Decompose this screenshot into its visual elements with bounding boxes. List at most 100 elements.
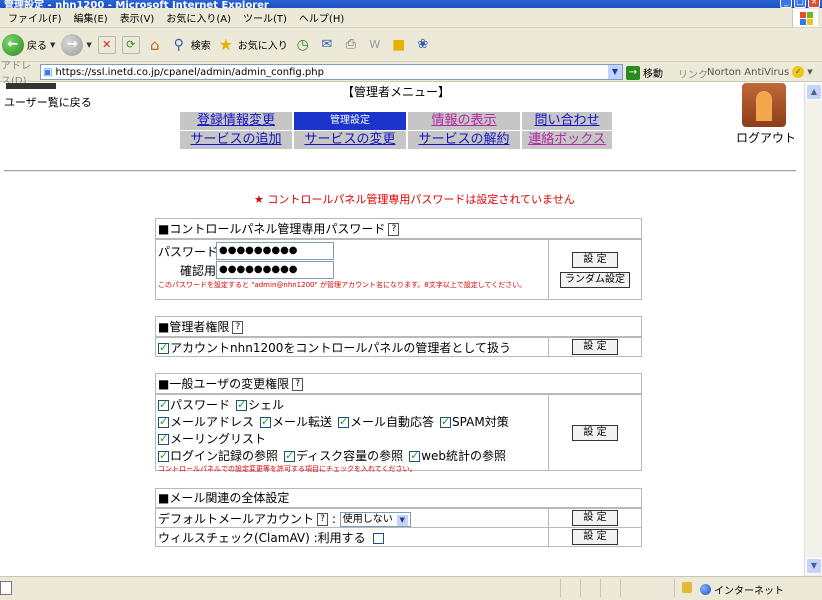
perm-auto-reply[interactable]: メール自動応答	[338, 413, 434, 430]
checkbox[interactable]	[338, 415, 350, 428]
checkbox[interactable]	[284, 449, 296, 462]
default-account-select[interactable]: 使用しない ▼	[339, 512, 411, 527]
nav-item-registration[interactable]: 登録情報変更	[180, 112, 292, 130]
checkbox[interactable]	[158, 449, 169, 462]
nav-link[interactable]: サービスの変更	[304, 132, 395, 147]
user-set-button[interactable]: 設 定	[572, 424, 618, 441]
refresh-icon[interactable]: ⟳	[121, 35, 140, 54]
admin-checkbox[interactable]	[158, 341, 169, 354]
menu-edit[interactable]: 編集(E)	[68, 10, 114, 25]
perm-label: パスワード	[170, 398, 231, 412]
password-input[interactable]: ●●●●●●●●●	[216, 242, 334, 260]
nav-item-contact[interactable]: 問い合わせ	[522, 112, 612, 130]
address-input[interactable]: ▣ https://ssl.inetd.co.jp/cpanel/admin/a…	[40, 64, 623, 80]
research-icon[interactable]: ❀	[414, 36, 432, 54]
divider	[4, 170, 796, 172]
virus-check-checkbox[interactable]	[373, 533, 385, 544]
admin-panel-heading: ■管理者権限?	[156, 317, 641, 337]
vertical-scrollbar[interactable]: ▲ ▼	[804, 83, 822, 576]
checkbox[interactable]	[158, 415, 169, 428]
perm-shell[interactable]: シェル	[236, 396, 284, 413]
default-account-set-button[interactable]: 設 定	[572, 510, 618, 526]
nav-link[interactable]: 登録情報変更	[197, 113, 275, 128]
admin-set-button[interactable]: 設 定	[572, 339, 618, 355]
back-button[interactable]: ← 戻る ▼	[2, 33, 55, 56]
menu-bar: ファイル(F) 編集(E) 表示(V) お気に入り(A) ツール(T) ヘルプ(…	[0, 8, 822, 28]
stop-icon[interactable]: ✕	[97, 35, 116, 54]
messenger-icon[interactable]: ■	[390, 36, 408, 54]
chevron-down-icon[interactable]: ▼	[50, 41, 55, 49]
back-to-users-link[interactable]: ユーザー覧に戻る	[4, 94, 92, 110]
edit-icon[interactable]: W	[366, 36, 384, 54]
mail-icon[interactable]: ✉	[318, 36, 336, 54]
perm-label: ディスク容量の参照	[296, 449, 404, 463]
chevron-down-icon[interactable]: ▼	[608, 65, 622, 79]
virus-check-row: ウィルスチェック(ClamAV) :利用する 設 定	[156, 527, 641, 546]
nav-link[interactable]: 情報の表示	[431, 113, 496, 128]
permission-line-3: メーリングリスト	[158, 430, 546, 447]
perm-password[interactable]: パスワード	[158, 396, 230, 413]
perm-spam[interactable]: SPAM対策	[440, 413, 509, 430]
scroll-down-icon[interactable]: ▼	[806, 558, 822, 574]
perm-web-stats[interactable]: web統計の参照	[409, 447, 506, 464]
nav-link[interactable]: サービスの解約	[418, 132, 509, 147]
close-icon[interactable]: ×	[808, 0, 820, 8]
checkbox[interactable]	[409, 449, 421, 462]
password-panel-heading: ■コントロールパネル管理専用パスワード?	[156, 219, 641, 239]
perm-mail-address[interactable]: メールアドレス	[158, 413, 254, 430]
chevron-down-icon: ▼	[396, 515, 408, 526]
checkbox[interactable]	[158, 432, 169, 445]
checkbox[interactable]	[236, 398, 248, 411]
chevron-down-icon[interactable]: ▼	[86, 41, 91, 49]
links-button[interactable]: リンク	[678, 66, 708, 81]
favorites-button[interactable]: ★ お気に入り	[217, 35, 288, 54]
print-icon[interactable]: ⎙	[342, 36, 360, 54]
default-account-row: デフォルトメールアカウント? : 使用しない ▼ 設 定	[156, 508, 641, 527]
random-set-button[interactable]: ランダム設定	[560, 271, 630, 288]
permission-note: コントロールパネルでの設定変更等を許可する項目にチェックを入れてください。	[158, 465, 417, 473]
history-icon[interactable]: ◷	[294, 36, 312, 54]
status-divider	[560, 579, 561, 597]
scroll-up-icon[interactable]: ▲	[806, 84, 822, 100]
nav-link[interactable]: サービスの追加	[190, 132, 281, 147]
minimize-icon[interactable]: _	[780, 0, 792, 8]
search-icon: ⚲	[173, 36, 184, 53]
home-icon[interactable]: ⌂	[146, 36, 164, 54]
menu-view[interactable]: 表示(V)	[114, 10, 161, 25]
nav-item-contact-box[interactable]: 連絡ボックス	[522, 131, 612, 149]
chevron-down-icon[interactable]: ▼	[807, 68, 812, 76]
nav-item-info[interactable]: 情報の表示	[408, 112, 520, 130]
menu-tools[interactable]: ツール(T)	[237, 10, 293, 25]
nav-item-admin-settings[interactable]: 管理設定	[294, 112, 406, 130]
help-icon[interactable]: ?	[388, 223, 400, 236]
checkbox[interactable]	[260, 415, 272, 428]
nav-item-cancel-service[interactable]: サービスの解約	[408, 131, 520, 149]
help-icon[interactable]: ?	[317, 513, 329, 526]
perm-mail-forward[interactable]: メール転送	[260, 413, 332, 430]
checkbox[interactable]	[158, 398, 169, 411]
virus-check-set-button[interactable]: 設 定	[572, 529, 618, 545]
password-set-button[interactable]: 設 定	[572, 251, 618, 268]
confirm-password-input[interactable]: ●●●●●●●●●	[216, 261, 334, 279]
checkbox[interactable]	[440, 415, 452, 428]
norton-button[interactable]: Norton AntiVirus ✓ ▼	[707, 66, 813, 78]
help-icon[interactable]: ?	[292, 378, 304, 391]
go-button[interactable]: → 移動	[626, 65, 663, 80]
nav-link[interactable]: 問い合わせ	[534, 113, 599, 128]
perm-mailing-list[interactable]: メーリングリスト	[158, 430, 266, 447]
nav-link[interactable]: 連絡ボックス	[528, 132, 606, 147]
logout-button[interactable]: ログアウト	[736, 83, 796, 146]
menu-help[interactable]: ヘルプ(H)	[293, 10, 350, 25]
maximize-icon[interactable]: □	[794, 0, 806, 8]
globe-icon	[700, 584, 711, 595]
nav-item-change-service[interactable]: サービスの変更	[294, 131, 406, 149]
search-button[interactable]: ⚲ 検索	[170, 36, 211, 54]
menu-favorites[interactable]: お気に入り(A)	[160, 10, 237, 25]
nav-item-add-service[interactable]: サービスの追加	[180, 131, 292, 149]
perm-login-log[interactable]: ログイン記録の参照	[158, 447, 278, 464]
perm-disk-usage[interactable]: ディスク容量の参照	[284, 447, 403, 464]
forward-button[interactable]: → ▼	[61, 33, 92, 56]
help-icon[interactable]: ?	[232, 321, 244, 334]
user-permissions-row: パスワード シェル メールアドレス メール転送 メール自動応答 SPAM対策 メーリング…	[156, 394, 641, 473]
menu-file[interactable]: ファイル(F)	[2, 10, 68, 25]
